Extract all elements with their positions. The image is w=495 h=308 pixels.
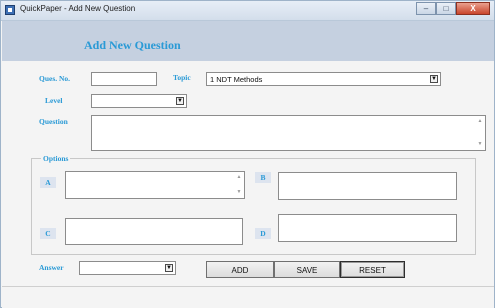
title-bar[interactable]: QuickPaper - Add New Question – □ X (1, 1, 494, 21)
option-a-label: A (40, 177, 56, 188)
window-controls: – □ X (416, 2, 490, 16)
scroll-down-icon[interactable]: ▼ (476, 141, 484, 148)
option-d-textarea[interactable] (278, 214, 457, 242)
question-textarea[interactable]: ▲ ▼ (91, 115, 486, 151)
level-select[interactable]: ▼ (91, 94, 187, 108)
chevron-down-icon[interactable]: ▼ (176, 97, 184, 105)
option-c-textarea[interactable] (65, 218, 243, 245)
topic-label: Topic (173, 73, 191, 82)
chevron-down-icon[interactable]: ▼ (165, 264, 173, 272)
answer-select[interactable]: ▼ (79, 261, 176, 275)
answer-label: Answer (39, 263, 64, 272)
question-label: Question (39, 117, 68, 126)
topic-selected-value: 1 NDT Methods (210, 75, 263, 84)
level-label: Level (45, 96, 63, 105)
app-window: QuickPaper - Add New Question – □ X Add … (0, 0, 495, 308)
topic-select[interactable]: 1 NDT Methods ▼ (206, 72, 441, 86)
maximize-button[interactable]: □ (436, 2, 456, 15)
option-a-textarea[interactable]: ▲ ▼ (65, 171, 245, 199)
option-c-label: C (40, 228, 56, 239)
window-title: QuickPaper - Add New Question (20, 4, 136, 13)
question-scrollbar[interactable]: ▲ ▼ (476, 117, 484, 149)
option-a-scrollbar[interactable]: ▲ ▼ (235, 173, 243, 197)
page-title: Add New Question (84, 38, 181, 52)
reset-button[interactable]: RESET (340, 261, 405, 278)
save-button[interactable]: SAVE (274, 261, 340, 278)
status-bar (2, 286, 494, 308)
minimize-button[interactable]: – (416, 2, 436, 15)
chevron-down-icon[interactable]: ▼ (430, 75, 438, 83)
close-button[interactable]: X (456, 2, 490, 15)
options-group-label: Options (41, 154, 71, 163)
app-icon (5, 5, 15, 15)
option-b-textarea[interactable] (278, 172, 457, 200)
ques-no-label: Ques. No. (39, 74, 71, 83)
scroll-down-icon[interactable]: ▼ (235, 189, 243, 196)
option-b-label: B (255, 172, 271, 183)
option-d-label: D (255, 228, 271, 239)
header-band (2, 21, 494, 61)
add-button[interactable]: ADD (206, 261, 274, 278)
ques-no-input[interactable] (91, 72, 157, 86)
scroll-up-icon[interactable]: ▲ (476, 118, 484, 125)
scroll-up-icon[interactable]: ▲ (235, 174, 243, 181)
